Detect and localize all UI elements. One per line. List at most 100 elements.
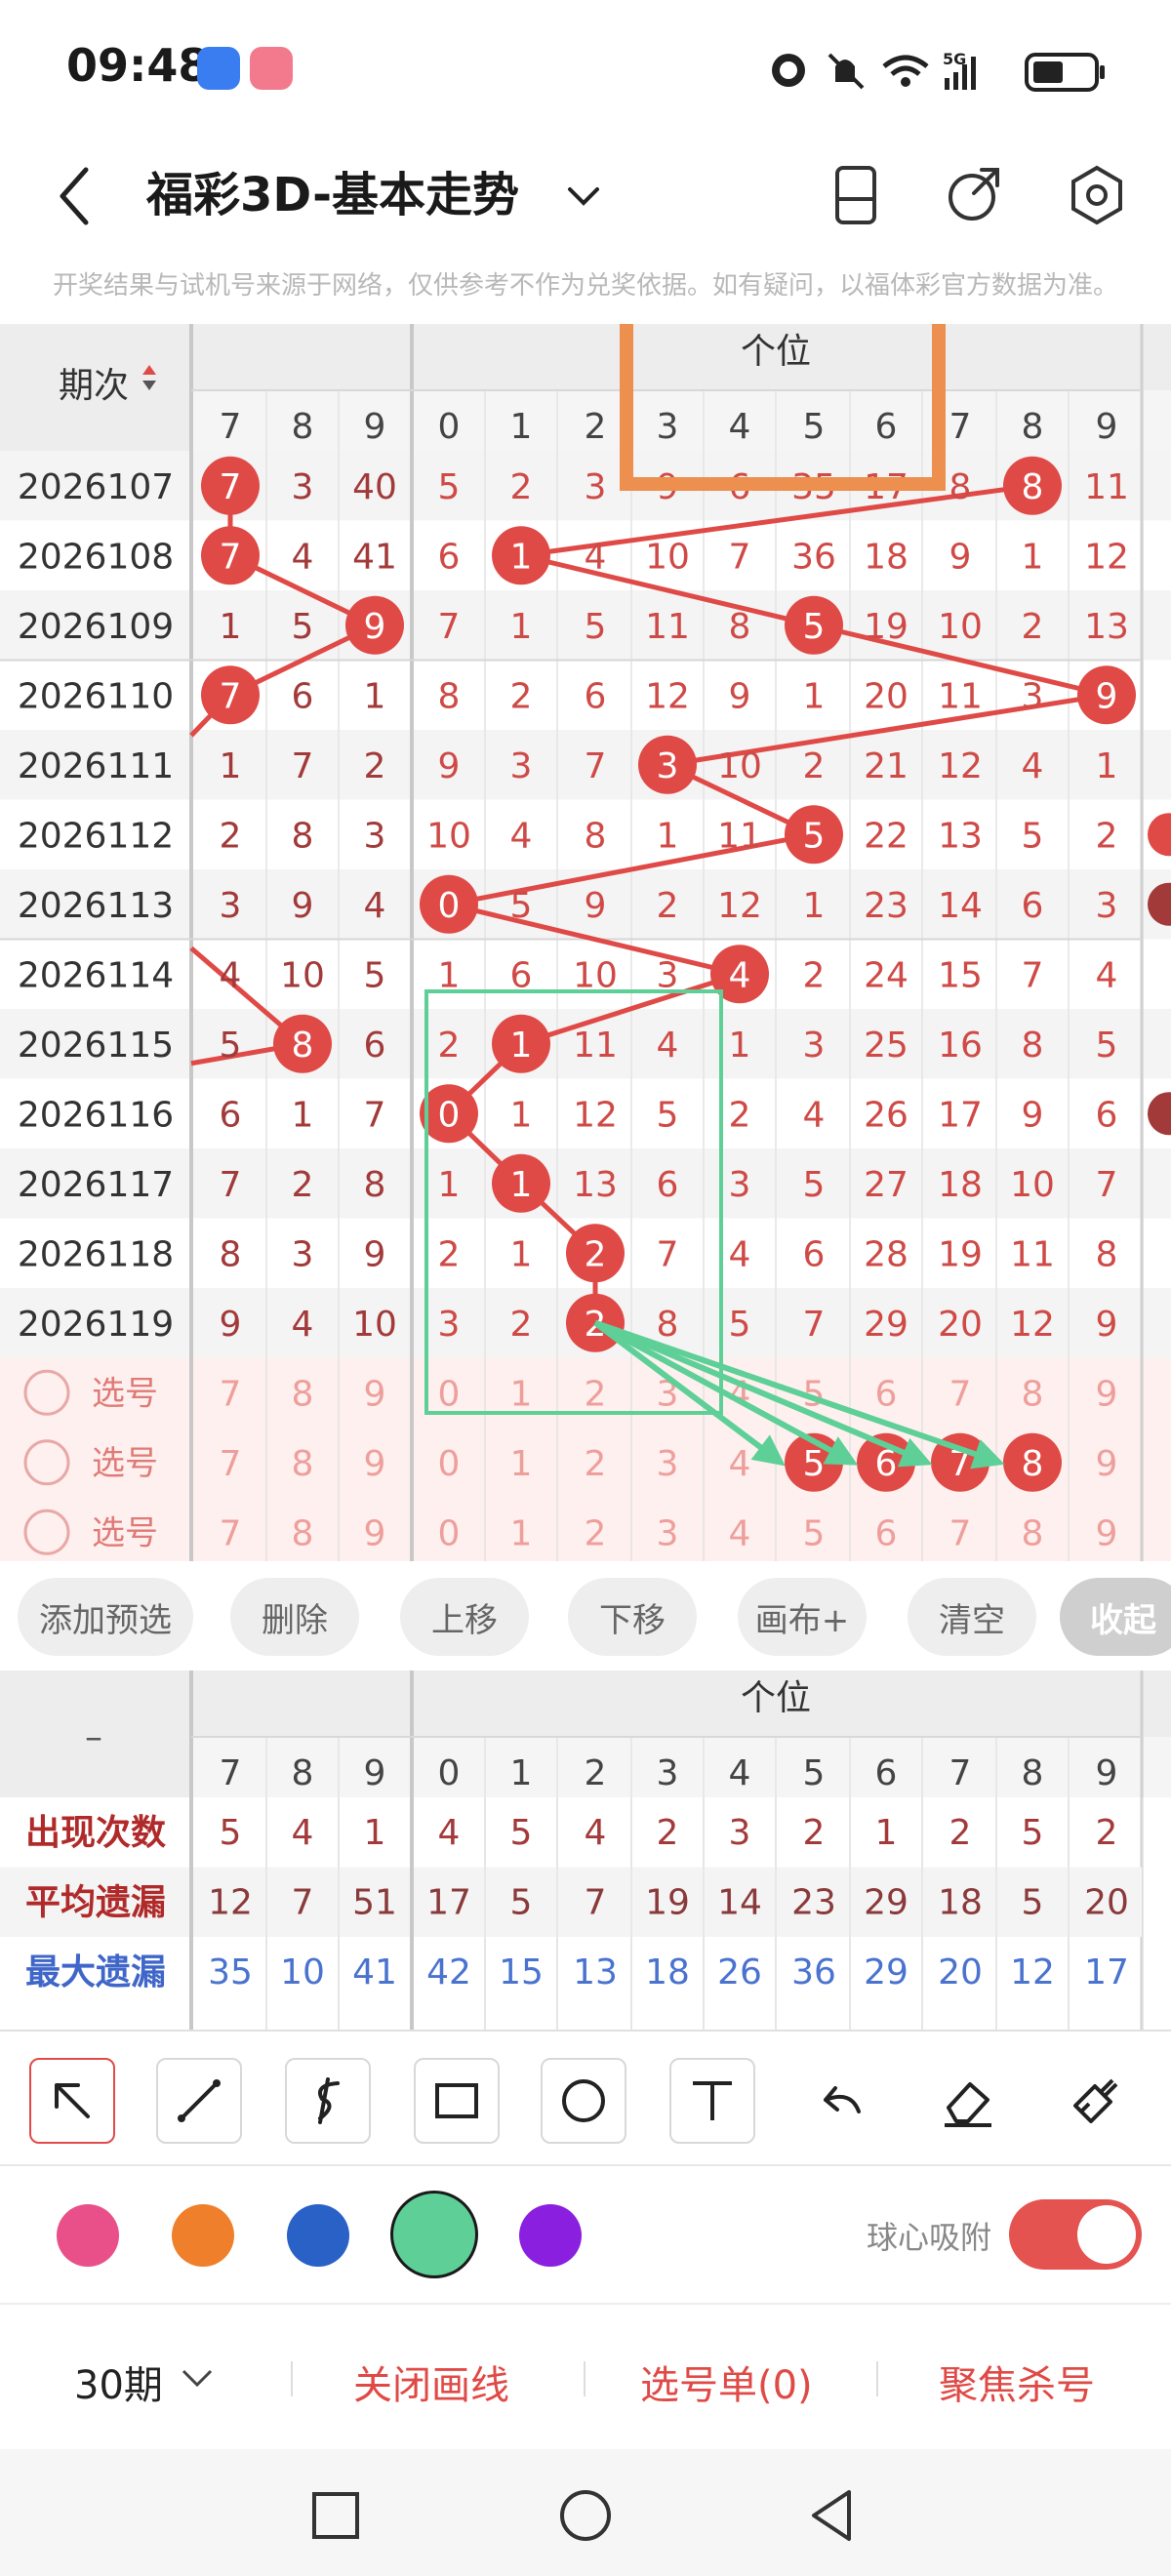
color-swatch-orange[interactable]: [172, 2204, 234, 2267]
pick-cell[interactable]: 1: [510, 1444, 533, 1484]
action-button[interactable]: 添加预选: [18, 1578, 193, 1656]
omission-cell: 12: [1084, 537, 1129, 577]
omission-cell: 11: [1010, 1234, 1055, 1274]
action-button[interactable]: 删除: [230, 1578, 359, 1656]
pick-cell[interactable]: 2: [585, 1513, 607, 1553]
action-button[interactable]: 清空: [908, 1578, 1036, 1656]
color-swatch-pink[interactable]: [57, 2204, 119, 2267]
column-header: 5: [803, 407, 826, 447]
stats-value: 2: [803, 1813, 826, 1853]
color-swatch-blue[interactable]: [287, 2204, 349, 2267]
pick-cell[interactable]: 2: [585, 1374, 607, 1414]
pick-cell[interactable]: 9: [364, 1444, 386, 1484]
picked-ball[interactable]: 8: [1003, 1432, 1062, 1492]
column-header: 8: [1022, 407, 1044, 447]
pick-cell[interactable]: 9: [1096, 1374, 1118, 1414]
pick-cell[interactable]: 1: [510, 1513, 533, 1553]
pick-cell[interactable]: 4: [729, 1444, 751, 1484]
pick-cell[interactable]: 8: [1022, 1374, 1044, 1414]
pick-cell[interactable]: 8: [292, 1374, 314, 1414]
action-button[interactable]: 收起: [1060, 1578, 1171, 1656]
pick-cell[interactable]: 6: [875, 1513, 898, 1553]
home-icon[interactable]: [554, 2484, 617, 2547]
omission-cell: 2: [510, 1305, 533, 1345]
omission-cell: 1: [220, 607, 242, 647]
pick-cell[interactable]: 7: [220, 1374, 242, 1414]
page-title[interactable]: 福彩3D-基本走势: [146, 156, 519, 224]
omission-cell: 27: [864, 1165, 909, 1205]
period-cell: 2026113: [18, 886, 174, 926]
recent-apps-icon[interactable]: [306, 2486, 365, 2545]
omission-cell: 5: [220, 1026, 242, 1066]
brush-icon[interactable]: [1066, 2073, 1124, 2131]
close-lines-button[interactable]: 关闭画线: [353, 2354, 509, 2410]
pick-cell[interactable]: 7: [949, 1513, 972, 1553]
stats-value: 41: [352, 1952, 397, 1992]
omission-cell: 17: [938, 1095, 983, 1135]
action-button[interactable]: 上移: [400, 1578, 529, 1656]
share-icon[interactable]: [943, 160, 1005, 230]
pick-cell[interactable]: 7: [220, 1444, 242, 1484]
pick-cell[interactable]: 5: [803, 1513, 826, 1553]
curve-tool-icon[interactable]: [285, 2058, 371, 2144]
pick-cell[interactable]: 8: [292, 1444, 314, 1484]
stats-value: 10: [280, 1952, 325, 1992]
snap-toggle[interactable]: [1009, 2199, 1142, 2270]
chevron-down-icon[interactable]: [178, 2363, 217, 2393]
rectangle-tool-icon[interactable]: [414, 2058, 500, 2144]
column-header: 0: [438, 1753, 461, 1793]
circle-tool-icon[interactable]: [541, 2058, 626, 2144]
focus-kill-button[interactable]: 聚焦杀号: [939, 2354, 1095, 2410]
omission-cell: 7: [292, 746, 314, 786]
column-header: 9: [1096, 407, 1118, 447]
omission-cell: 6: [1096, 1095, 1118, 1135]
pick-cell[interactable]: 4: [729, 1513, 751, 1553]
pick-cell[interactable]: 0: [438, 1513, 461, 1553]
pick-cell[interactable]: 8: [1022, 1513, 1044, 1553]
stats-value: 1: [364, 1813, 386, 1853]
pick-cell[interactable]: 1: [510, 1374, 533, 1414]
divider: [291, 2361, 293, 2396]
device-switch-icon[interactable]: [829, 160, 888, 230]
column-header: 7: [220, 1753, 242, 1793]
period-selector[interactable]: 30期: [74, 2354, 163, 2410]
color-swatch-purple[interactable]: [519, 2204, 582, 2267]
pick-cell[interactable]: 8: [292, 1513, 314, 1553]
pick-cell[interactable]: 0: [438, 1374, 461, 1414]
line-tool-icon[interactable]: [156, 2058, 242, 2144]
ball-number: 9: [1096, 676, 1118, 716]
arrow-tool-icon[interactable]: [29, 2058, 115, 2144]
omission-cell: 5: [1096, 1026, 1118, 1066]
back-icon[interactable]: [49, 162, 98, 230]
settings-icon[interactable]: [1064, 162, 1130, 228]
pick-cell[interactable]: 0: [438, 1444, 461, 1484]
color-swatch-green[interactable]: [390, 2191, 478, 2278]
pick-cell[interactable]: 3: [657, 1513, 679, 1553]
pick-label: 选号: [92, 1513, 158, 1552]
pick-cell[interactable]: 9: [364, 1513, 386, 1553]
omission-cell: 9: [438, 746, 461, 786]
stats-value: 18: [938, 1883, 983, 1923]
stats-value: 13: [573, 1952, 618, 1992]
stats-value: 2: [1096, 1813, 1118, 1853]
chevron-down-icon[interactable]: [562, 178, 605, 217]
pick-cell[interactable]: 3: [657, 1444, 679, 1484]
pick-cell[interactable]: 2: [585, 1444, 607, 1484]
omission-cell: 1: [1022, 537, 1044, 577]
pick-cell[interactable]: 7: [949, 1374, 972, 1414]
pick-cell[interactable]: 9: [1096, 1444, 1118, 1484]
pick-cell[interactable]: 7: [220, 1513, 242, 1553]
eraser-icon[interactable]: [939, 2073, 997, 2131]
pick-cell[interactable]: 9: [1096, 1513, 1118, 1553]
toggle-knob: [1077, 2205, 1136, 2264]
action-button[interactable]: 画布+: [738, 1578, 867, 1656]
back-nav-icon[interactable]: [802, 2484, 865, 2547]
stats-value: 5: [220, 1813, 242, 1853]
action-button[interactable]: 下移: [568, 1578, 697, 1656]
pick-cell[interactable]: 9: [364, 1374, 386, 1414]
stats-value: 17: [1084, 1952, 1129, 1992]
pick-list-button[interactable]: 选号单(0): [640, 2354, 813, 2410]
pick-cell[interactable]: 6: [875, 1374, 898, 1414]
text-tool-icon[interactable]: [669, 2058, 755, 2144]
undo-icon[interactable]: [812, 2073, 870, 2131]
